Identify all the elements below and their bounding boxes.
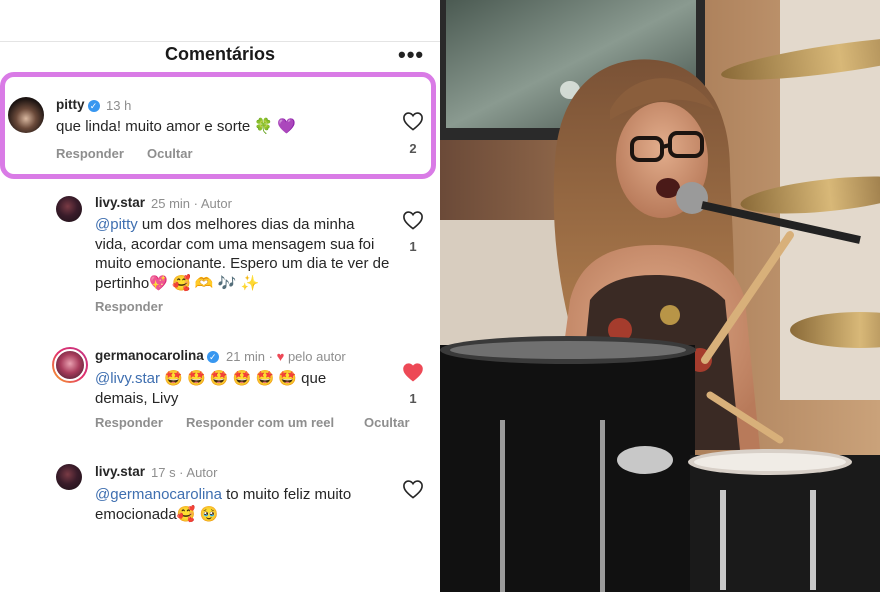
small-heart-icon: ♥ xyxy=(276,349,285,364)
mention-link[interactable]: @pitty xyxy=(95,216,138,233)
comment-meta: 21 min · ♥ pelo autor xyxy=(226,349,346,364)
drummer-photo xyxy=(440,0,880,592)
photo-illustration xyxy=(440,0,880,592)
comment-text: @livy.star 🤩 🤩 🤩 🤩 🤩 🤩 que demais, Livy xyxy=(95,369,380,408)
comment-username[interactable]: livy.star xyxy=(95,464,145,479)
highlight-outline xyxy=(0,72,436,179)
liked-by-author-label: pelo autor xyxy=(287,349,346,364)
reply-button[interactable]: Responder xyxy=(95,415,163,430)
comment-time: 17 s · Autor xyxy=(151,465,218,480)
reply-button[interactable]: Responder xyxy=(95,299,163,314)
verified-badge-icon: ✓ xyxy=(206,351,219,363)
page-title: Comentários xyxy=(164,44,276,64)
comment-username[interactable]: livy.star xyxy=(95,195,145,210)
comment-body: um dos melhores dias da minha vida, acor… xyxy=(95,216,390,292)
reply-with-reel-button[interactable]: Responder com um reel xyxy=(186,415,334,430)
username-text[interactable]: germanocarolina xyxy=(95,348,204,363)
mention-link[interactable]: @livy.star xyxy=(95,370,160,387)
comment-text: @pitty um dos melhores dias da minha vid… xyxy=(95,215,390,293)
like-count: 1 xyxy=(409,239,417,254)
avatar[interactable] xyxy=(56,196,82,222)
header-divider xyxy=(0,41,440,42)
more-options-icon[interactable]: ••• xyxy=(398,42,424,68)
avatar[interactable] xyxy=(56,464,82,490)
comments-panel: Comentários ••• pitty ✓ 13 h que linda! m… xyxy=(0,0,440,592)
hide-button[interactable]: Ocultar xyxy=(364,415,410,430)
comment-text: @germanocarolina to muito feliz muito em… xyxy=(95,485,390,524)
like-count: 1 xyxy=(409,391,417,406)
comment-time: 21 min · xyxy=(226,349,273,364)
mention-link[interactable]: @germanocarolina xyxy=(95,486,222,503)
comment-username[interactable]: germanocarolina ✓ xyxy=(95,348,219,363)
comment-time: 25 min · Autor xyxy=(151,196,232,211)
heart-icon[interactable] xyxy=(402,210,424,230)
heart-icon[interactable] xyxy=(402,479,424,499)
heart-icon[interactable] xyxy=(402,362,424,382)
avatar[interactable] xyxy=(52,347,88,383)
